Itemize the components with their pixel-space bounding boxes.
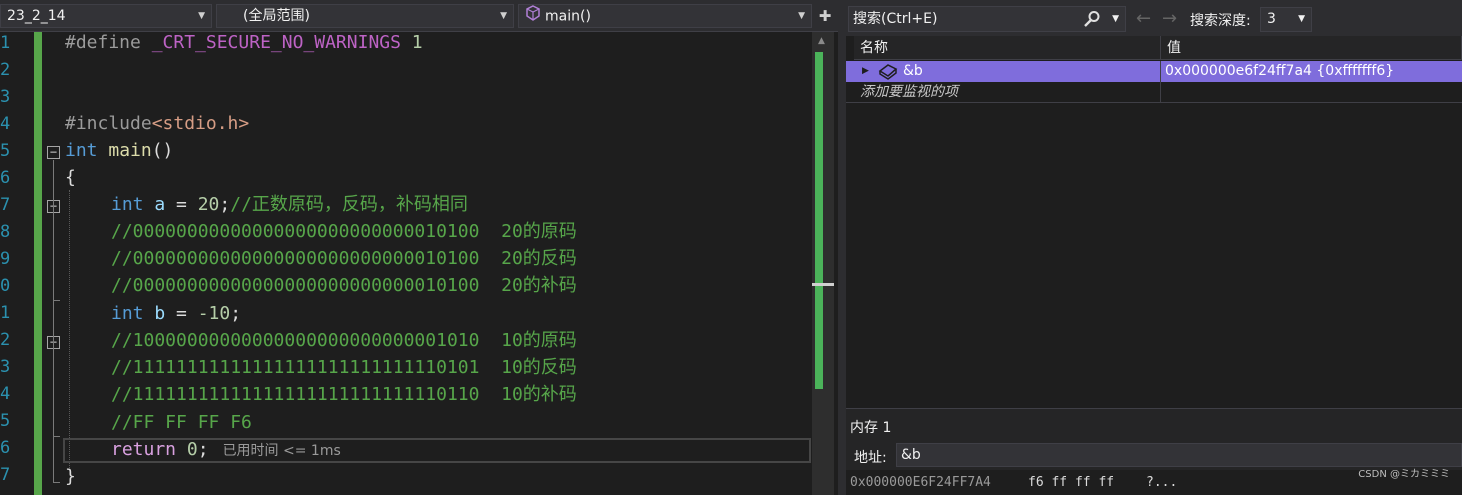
function-dropdown[interactable]: main() ▼	[518, 4, 812, 28]
column-header-value[interactable]: 值	[1161, 36, 1462, 60]
scope-dropdown[interactable]: (全局范围) ▼	[216, 4, 514, 28]
code-line: //00000000000000000000000000010100 20的原码	[111, 221, 577, 242]
line-number: 3	[0, 87, 11, 107]
line-number: 6	[0, 168, 11, 188]
scrollbar-caret-marker	[812, 283, 834, 286]
watermark: CSDN @ミカミミミ	[1358, 469, 1450, 480]
line-number: 1	[0, 303, 11, 323]
code-line: }	[65, 466, 76, 487]
code-line: //11111111111111111111111111110101 10的反码	[111, 357, 577, 378]
code-line: int a = 20;//正数原码，反码，补码相同	[111, 194, 468, 215]
line-number: 4	[0, 114, 11, 134]
line-number: 3	[0, 357, 11, 377]
line-number: 0	[0, 276, 11, 296]
watch-window: 搜索(Ctrl+E) ▼ ← → 搜索深度: 3 ▼ 名称 值 ▶ &b 0x0…	[846, 0, 1462, 408]
code-line: #define _CRT_SECURE_NO_WARNINGS 1	[65, 32, 423, 53]
watch-add-row[interactable]: 添加要监视的项	[846, 82, 1462, 103]
address-input-value: &b	[901, 447, 921, 463]
search-depth-label: 搜索深度:	[1190, 13, 1251, 29]
outline-end-mark	[53, 482, 60, 483]
project-dropdown[interactable]: 23_2_14 ▼	[0, 4, 212, 28]
memory-window: 内存 1 地址: &b 0x000000E6F24FF7A4 f6 ff ff …	[846, 408, 1462, 495]
code-line: #include<stdio.h>	[65, 113, 250, 134]
code-line: //00000000000000000000000000010100 20的反码	[111, 248, 577, 269]
variable-icon	[878, 63, 898, 84]
watch-grid: 名称 值 ▶ &b 0x000000e6f24ff7a4 {0xfffffff6…	[846, 36, 1462, 408]
search-depth-dropdown[interactable]: 3 ▼	[1260, 7, 1312, 32]
memory-row[interactable]: 0x000000E6F24FF7A4 f6 ff ff ff ?... CSDN…	[846, 469, 1462, 495]
line-number-gutter: 1 2 3 4 5 6 7 8 9 0 1 2 3 4 5 6 7	[0, 32, 34, 495]
line-number: 4	[0, 384, 11, 404]
outline-line	[53, 160, 54, 482]
line-number: 1	[0, 33, 11, 53]
line-number: 5	[0, 141, 11, 161]
code-editor[interactable]: 23_2_14 ▼ (全局范围) ▼ main() ▼ ✚ 1 2 3 4 5 …	[0, 0, 838, 495]
editor-vertical-scrollbar[interactable]: ▲	[812, 32, 834, 495]
change-tracking-bar	[34, 32, 42, 495]
chevron-down-icon[interactable]: ▼	[1112, 7, 1119, 31]
watch-toolbar: 搜索(Ctrl+E) ▼ ← → 搜索深度: 3 ▼	[846, 0, 1462, 36]
expand-arrow-icon[interactable]: ▶	[862, 61, 869, 82]
chevron-down-icon: ▼	[500, 11, 507, 21]
search-back-icon[interactable]: ←	[1136, 8, 1151, 29]
code-line: int b = -10;	[111, 303, 242, 324]
line-number: 6	[0, 438, 11, 458]
search-forward-icon[interactable]: →	[1162, 8, 1177, 29]
chevron-down-icon: ▼	[1298, 14, 1305, 24]
line-number: 7	[0, 195, 11, 215]
function-dropdown-label: main()	[545, 8, 591, 25]
address-label: 地址:	[854, 450, 887, 466]
chevron-down-icon: ▼	[798, 11, 805, 21]
watch-row-name[interactable]: &b	[903, 61, 923, 82]
add-watch-prompt[interactable]: 添加要监视的项	[860, 82, 958, 103]
split-window-button[interactable]: ✚	[816, 6, 834, 26]
column-header-name[interactable]: 名称	[854, 36, 1161, 60]
chevron-down-icon: ▼	[198, 11, 205, 21]
memory-row-chars: ?...	[1146, 475, 1178, 490]
line-number: 2	[0, 60, 11, 80]
scrollbar-change-map[interactable]	[815, 52, 823, 389]
search-icon[interactable]	[1083, 10, 1101, 36]
method-cube-icon	[525, 5, 541, 27]
line-number: 7	[0, 465, 11, 485]
project-dropdown-label: 23_2_14	[7, 8, 66, 24]
code-line: return 0; 已用时间 <= 1ms	[111, 439, 341, 460]
watch-row[interactable]: ▶ &b 0x000000e6f24ff7a4 {0xfffffff6}	[846, 61, 1462, 82]
code-line: int main()	[65, 140, 174, 161]
outline-end-mark	[53, 436, 60, 437]
search-placeholder: 搜索(Ctrl+E)	[853, 11, 938, 27]
watch-search-input[interactable]: 搜索(Ctrl+E) ▼	[848, 6, 1126, 32]
scroll-up-icon[interactable]: ▲	[818, 36, 825, 46]
column-divider	[1160, 61, 1161, 82]
scope-dropdown-label: (全局范围)	[243, 8, 310, 24]
line-number: 2	[0, 330, 11, 350]
code-line: {	[65, 167, 76, 188]
outline-end-mark	[53, 300, 60, 301]
search-depth-value: 3	[1267, 11, 1276, 27]
column-divider	[1160, 82, 1161, 103]
elapsed-time-tip[interactable]: 已用时间 <= 1ms	[223, 443, 341, 459]
code-line: //FF FF FF F6	[111, 412, 252, 433]
indent-guide	[69, 190, 70, 468]
memory-row-bytes[interactable]: f6 ff ff ff	[1028, 470, 1114, 495]
code-line: //00000000000000000000000000010100 20的补码	[111, 275, 577, 296]
line-number: 8	[0, 222, 11, 242]
watch-row-value[interactable]: 0x000000e6f24ff7a4 {0xfffffff6}	[1165, 61, 1394, 82]
line-number: 5	[0, 411, 11, 431]
memory-window-title: 内存 1	[850, 420, 892, 436]
code-line: //11111111111111111111111111110110 10的补码	[111, 384, 577, 405]
panel-splitter[interactable]	[838, 0, 846, 495]
line-number: 9	[0, 249, 11, 269]
memory-row-address: 0x000000E6F24FF7A4	[850, 475, 991, 490]
collapse-icon[interactable]: −	[47, 146, 60, 159]
editor-navigation-bar: 23_2_14 ▼ (全局范围) ▼ main() ▼ ✚	[0, 0, 838, 32]
code-line: //10000000000000000000000000001010 10的原码	[111, 330, 577, 351]
